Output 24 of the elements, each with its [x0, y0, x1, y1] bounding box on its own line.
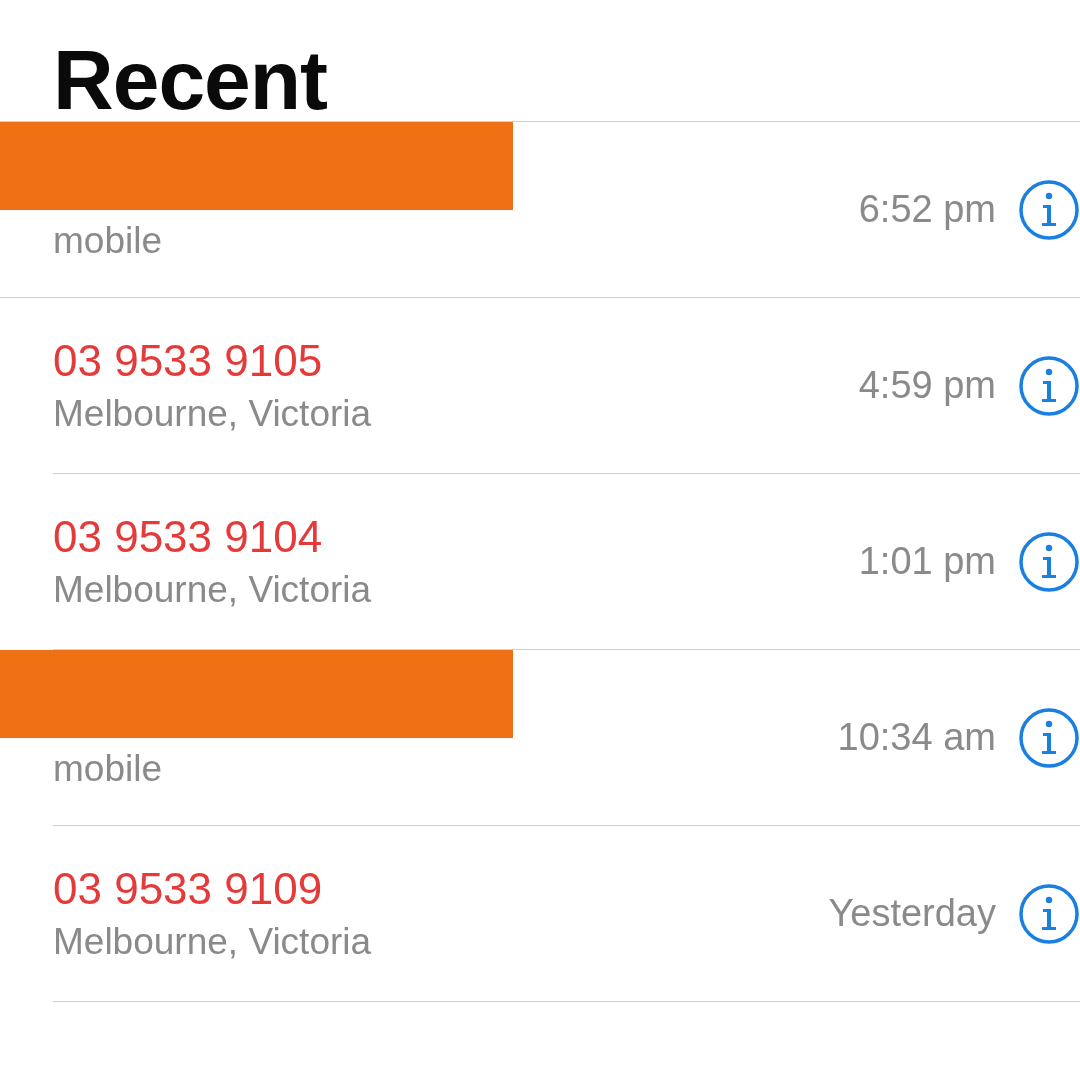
call-location: Melbourne, Victoria	[53, 919, 373, 964]
call-label: mobile	[53, 219, 163, 263]
phone-number: 03 9533 9109	[53, 862, 324, 915]
call-time: 6:52 pm	[858, 188, 996, 231]
phone-number: 03 9533 9104	[53, 510, 324, 563]
call-location: Melbourne, Victoria	[53, 567, 373, 612]
info-button[interactable]	[1018, 706, 1080, 769]
info-icon	[1018, 706, 1080, 769]
info-icon	[1018, 178, 1080, 241]
call-time: 4:59 pm	[858, 364, 996, 407]
info-button[interactable]	[1018, 882, 1080, 945]
info-button[interactable]	[1018, 530, 1080, 593]
info-button[interactable]	[1018, 354, 1080, 417]
call-time: Yesterday	[828, 892, 996, 935]
info-icon	[1018, 354, 1080, 417]
page-title: Recent	[52, 32, 329, 121]
info-icon	[1018, 530, 1080, 593]
phone-number: 03 9533 9105	[53, 334, 324, 387]
info-icon	[1018, 882, 1080, 945]
call-location: Melbourne, Victoria	[53, 391, 373, 436]
info-button[interactable]	[1018, 178, 1080, 241]
call-label: mobile	[53, 747, 163, 791]
call-time: 1:01 pm	[858, 540, 996, 583]
call-time: 10:34 am	[837, 716, 996, 759]
